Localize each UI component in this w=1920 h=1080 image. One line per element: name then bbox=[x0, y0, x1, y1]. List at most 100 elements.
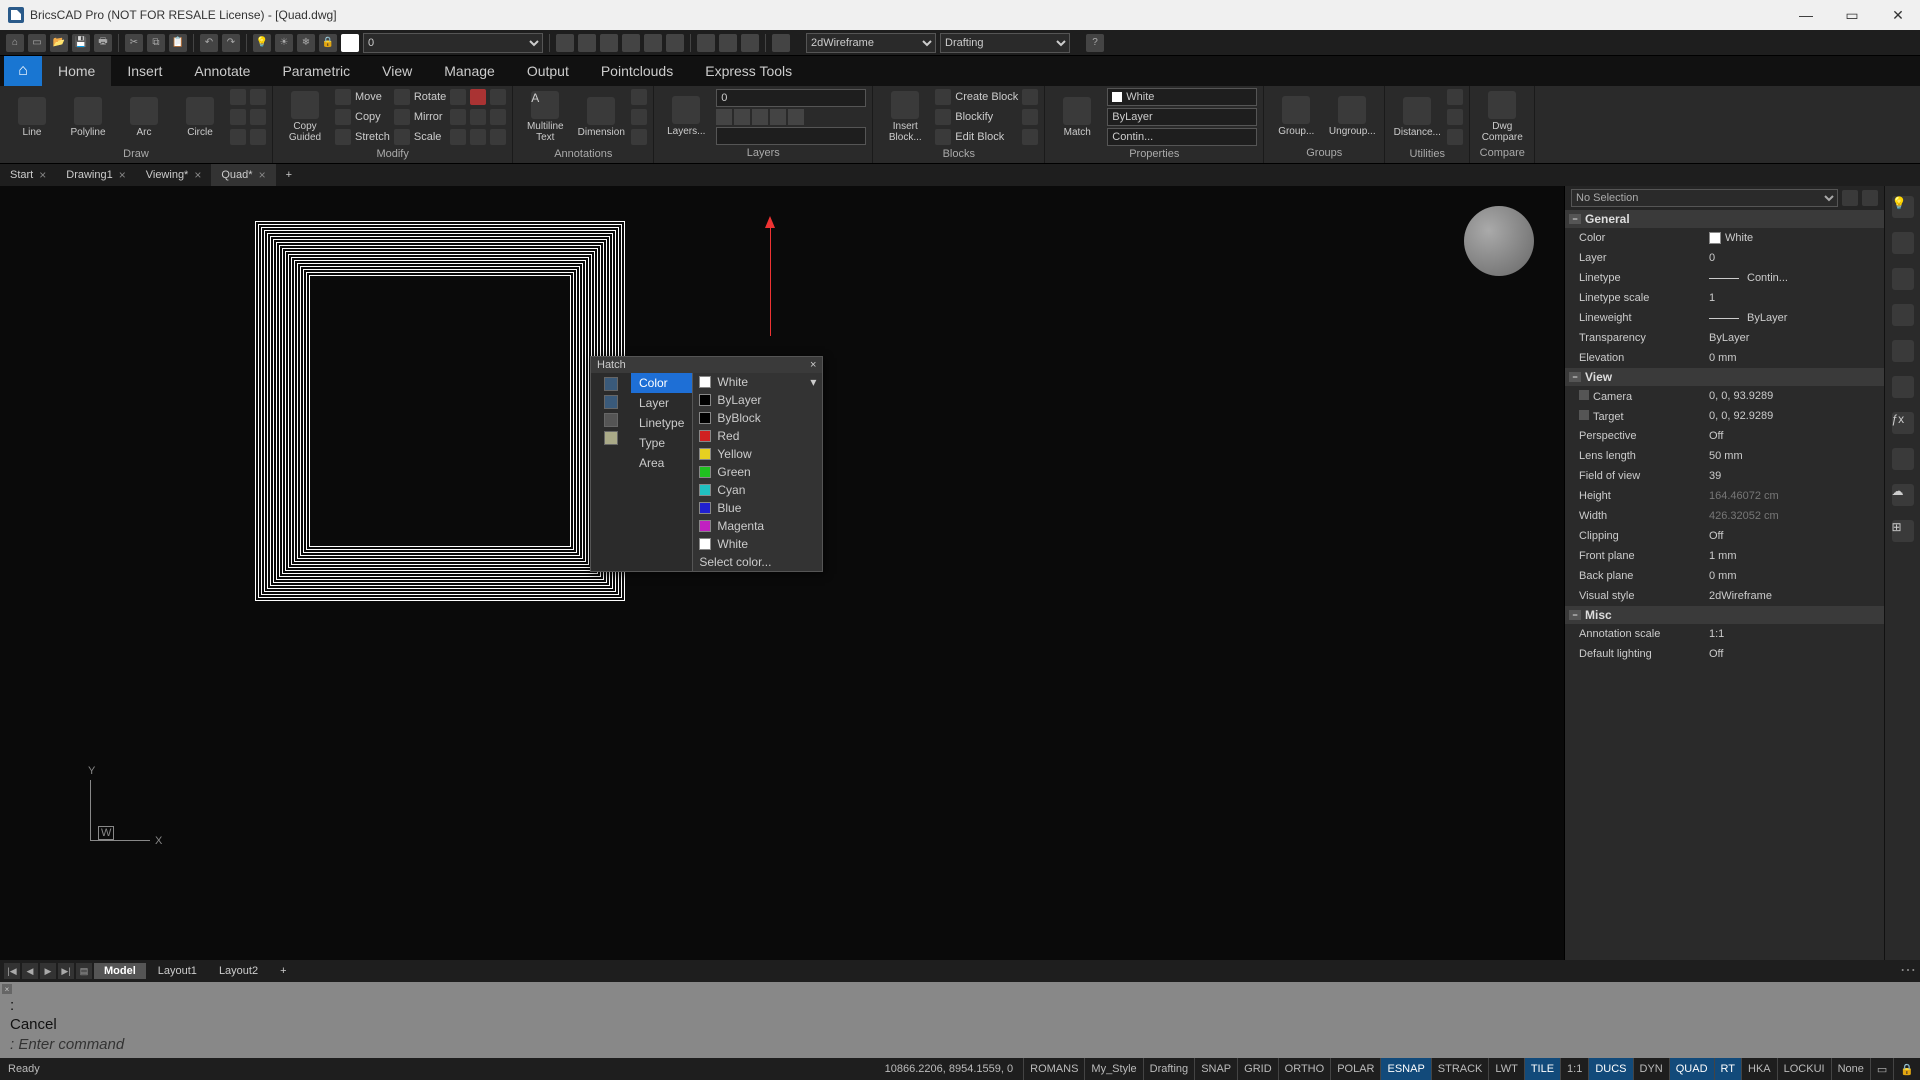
status-toggle-none[interactable]: None bbox=[1831, 1058, 1870, 1080]
anno-more-1[interactable] bbox=[631, 88, 647, 106]
layer-dropdown[interactable]: 0 bbox=[363, 33, 543, 53]
freeze-icon[interactable]: ❄ bbox=[297, 34, 315, 52]
copy-icon[interactable]: ⧉ bbox=[147, 34, 165, 52]
util-more-3[interactable] bbox=[1447, 128, 1463, 146]
model-tab[interactable]: Model bbox=[94, 963, 146, 979]
scale-tool[interactable]: Scale bbox=[394, 128, 446, 146]
hatch-row-area[interactable]: Area bbox=[631, 453, 692, 473]
block-more-3[interactable] bbox=[1022, 128, 1038, 146]
prop-row-linetype[interactable]: LinetypeContin... bbox=[1565, 268, 1884, 288]
visual-style-dropdown[interactable]: 2dWireframe bbox=[806, 33, 936, 53]
status-toggle-hka[interactable]: HKA bbox=[1741, 1058, 1777, 1080]
redo-icon[interactable]: ↷ bbox=[222, 34, 240, 52]
status-workspace[interactable]: Drafting bbox=[1143, 1058, 1195, 1080]
home-icon[interactable]: ⌂ bbox=[6, 34, 24, 52]
status-toggle-dyn[interactable]: DYN bbox=[1633, 1058, 1669, 1080]
app-home-tab[interactable]: ⌂ bbox=[4, 56, 42, 86]
util-more-2[interactable] bbox=[1447, 108, 1463, 126]
maximize-button[interactable]: ▭ bbox=[1838, 7, 1866, 24]
status-toggle-esnap[interactable]: ESNAP bbox=[1380, 1058, 1430, 1080]
side-settings-icon[interactable] bbox=[1892, 268, 1914, 290]
prop-row-transparency[interactable]: TransparencyByLayer bbox=[1565, 328, 1884, 348]
status-toggle-lockui[interactable]: LOCKUI bbox=[1777, 1058, 1831, 1080]
swatch-icon[interactable] bbox=[341, 34, 359, 52]
side-grid-icon[interactable]: ⊞ bbox=[1892, 520, 1914, 542]
prop-row-front-plane[interactable]: Front plane1 mm bbox=[1565, 546, 1884, 566]
layer-linetype-dropdown[interactable]: ByLayer bbox=[1107, 108, 1257, 126]
anno-more-3[interactable] bbox=[631, 128, 647, 146]
ribbon-tab-annotate[interactable]: Annotate bbox=[178, 56, 266, 86]
prop-row-color[interactable]: ColorWhite bbox=[1565, 228, 1884, 248]
prop-row-clipping[interactable]: ClippingOff bbox=[1565, 526, 1884, 546]
tool-icon-3[interactable] bbox=[600, 34, 618, 52]
stretch-tool[interactable]: Stretch bbox=[335, 128, 390, 146]
layout1-tab[interactable]: Layout1 bbox=[148, 963, 207, 979]
layer-ic-5[interactable] bbox=[788, 109, 804, 125]
prop-row-perspective[interactable]: PerspectiveOff bbox=[1565, 426, 1884, 446]
prop-row-lineweight[interactable]: LineweightByLayer bbox=[1565, 308, 1884, 328]
status-toggle-11[interactable]: 1:1 bbox=[1560, 1058, 1588, 1080]
workspace-dropdown[interactable]: Drafting bbox=[940, 33, 1070, 53]
linetype-dropdown[interactable]: Contin... bbox=[1107, 128, 1257, 146]
status-toggle-grid[interactable]: GRID bbox=[1237, 1058, 1278, 1080]
layer-ic-4[interactable] bbox=[770, 109, 786, 125]
add-layout-button[interactable]: + bbox=[270, 963, 296, 979]
blockify-tool[interactable]: Blockify bbox=[935, 108, 1018, 126]
hatch-row-type[interactable]: Type bbox=[631, 433, 692, 453]
sun-icon[interactable]: ☀ bbox=[275, 34, 293, 52]
side-fx-icon[interactable]: ƒx bbox=[1892, 412, 1914, 434]
copy-guided-tool[interactable]: Copy Guided bbox=[279, 91, 331, 143]
tool-icon-10[interactable] bbox=[772, 34, 790, 52]
layers-tool[interactable]: Layers... bbox=[660, 96, 712, 137]
prop-row-default-lighting[interactable]: Default lightingOff bbox=[1565, 644, 1884, 664]
lock-icon[interactable]: 🔒 bbox=[319, 34, 337, 52]
side-cloud-icon[interactable]: ☁ bbox=[1892, 484, 1914, 506]
hatch-row-layer[interactable]: Layer bbox=[631, 393, 692, 413]
layer-ic-3[interactable] bbox=[752, 109, 768, 125]
tool-icon-7[interactable] bbox=[697, 34, 715, 52]
prop-row-camera[interactable]: Camera0, 0, 93.9289 bbox=[1565, 386, 1884, 406]
prop-row-height[interactable]: Height164.46072 cm bbox=[1565, 486, 1884, 506]
hatch-popup-close-button[interactable]: × bbox=[810, 359, 816, 371]
hatch-entity[interactable] bbox=[255, 221, 625, 601]
color-option-cyan[interactable]: Cyan bbox=[693, 481, 822, 499]
tool-icon-4[interactable] bbox=[622, 34, 640, 52]
ribbon-tab-insert[interactable]: Insert bbox=[111, 56, 178, 86]
layout-next-button[interactable]: ▶ bbox=[40, 963, 56, 979]
mtext-tool[interactable]: AMultiline Text bbox=[519, 91, 571, 143]
save-icon[interactable]: 💾 bbox=[72, 34, 90, 52]
prop-row-target[interactable]: Target0, 0, 92.9289 bbox=[1565, 406, 1884, 426]
block-more-2[interactable] bbox=[1022, 108, 1038, 126]
hatch-row-linetype[interactable]: Linetype bbox=[631, 413, 692, 433]
cmd-close-button[interactable]: × bbox=[2, 984, 12, 994]
layer-filter-dropdown[interactable] bbox=[716, 127, 866, 145]
status-font[interactable]: ROMANS bbox=[1023, 1058, 1084, 1080]
group-tool[interactable]: Group... bbox=[1270, 96, 1322, 137]
modify-more-5[interactable] bbox=[490, 108, 506, 126]
layout-last-button[interactable]: ▶| bbox=[58, 963, 74, 979]
tool-icon-2[interactable] bbox=[578, 34, 596, 52]
ribbon-tab-manage[interactable]: Manage bbox=[428, 56, 511, 86]
color-option-red[interactable]: Red bbox=[693, 427, 822, 445]
side-layer-icon[interactable] bbox=[1892, 376, 1914, 398]
prop-row-back-plane[interactable]: Back plane0 mm bbox=[1565, 566, 1884, 586]
status-toggle-lwt[interactable]: LWT bbox=[1488, 1058, 1523, 1080]
side-content-icon[interactable] bbox=[1892, 448, 1914, 470]
modify-more-3[interactable] bbox=[450, 128, 486, 146]
color-option-yellow[interactable]: Yellow bbox=[693, 445, 822, 463]
draw-more-3[interactable] bbox=[230, 128, 246, 146]
ribbon-tab-parametric[interactable]: Parametric bbox=[266, 56, 366, 86]
tool-icon-8[interactable] bbox=[719, 34, 737, 52]
copy-tool[interactable]: Copy bbox=[335, 108, 390, 126]
prop-row-lens-length[interactable]: Lens length50 mm bbox=[1565, 446, 1884, 466]
undo-icon[interactable]: ↶ bbox=[200, 34, 218, 52]
draw-more-4[interactable] bbox=[250, 88, 266, 106]
status-toggle-ortho[interactable]: ORTHO bbox=[1278, 1058, 1331, 1080]
layer-ic-2[interactable] bbox=[734, 109, 750, 125]
color-option-blue[interactable]: Blue bbox=[693, 499, 822, 517]
prop-row-elevation[interactable]: Elevation0 mm bbox=[1565, 348, 1884, 368]
tool-icon-6[interactable] bbox=[666, 34, 684, 52]
hatch-select-icon[interactable] bbox=[604, 377, 618, 391]
doc-tab-close[interactable]: × bbox=[259, 168, 266, 182]
modify-more-1[interactable] bbox=[450, 88, 486, 106]
